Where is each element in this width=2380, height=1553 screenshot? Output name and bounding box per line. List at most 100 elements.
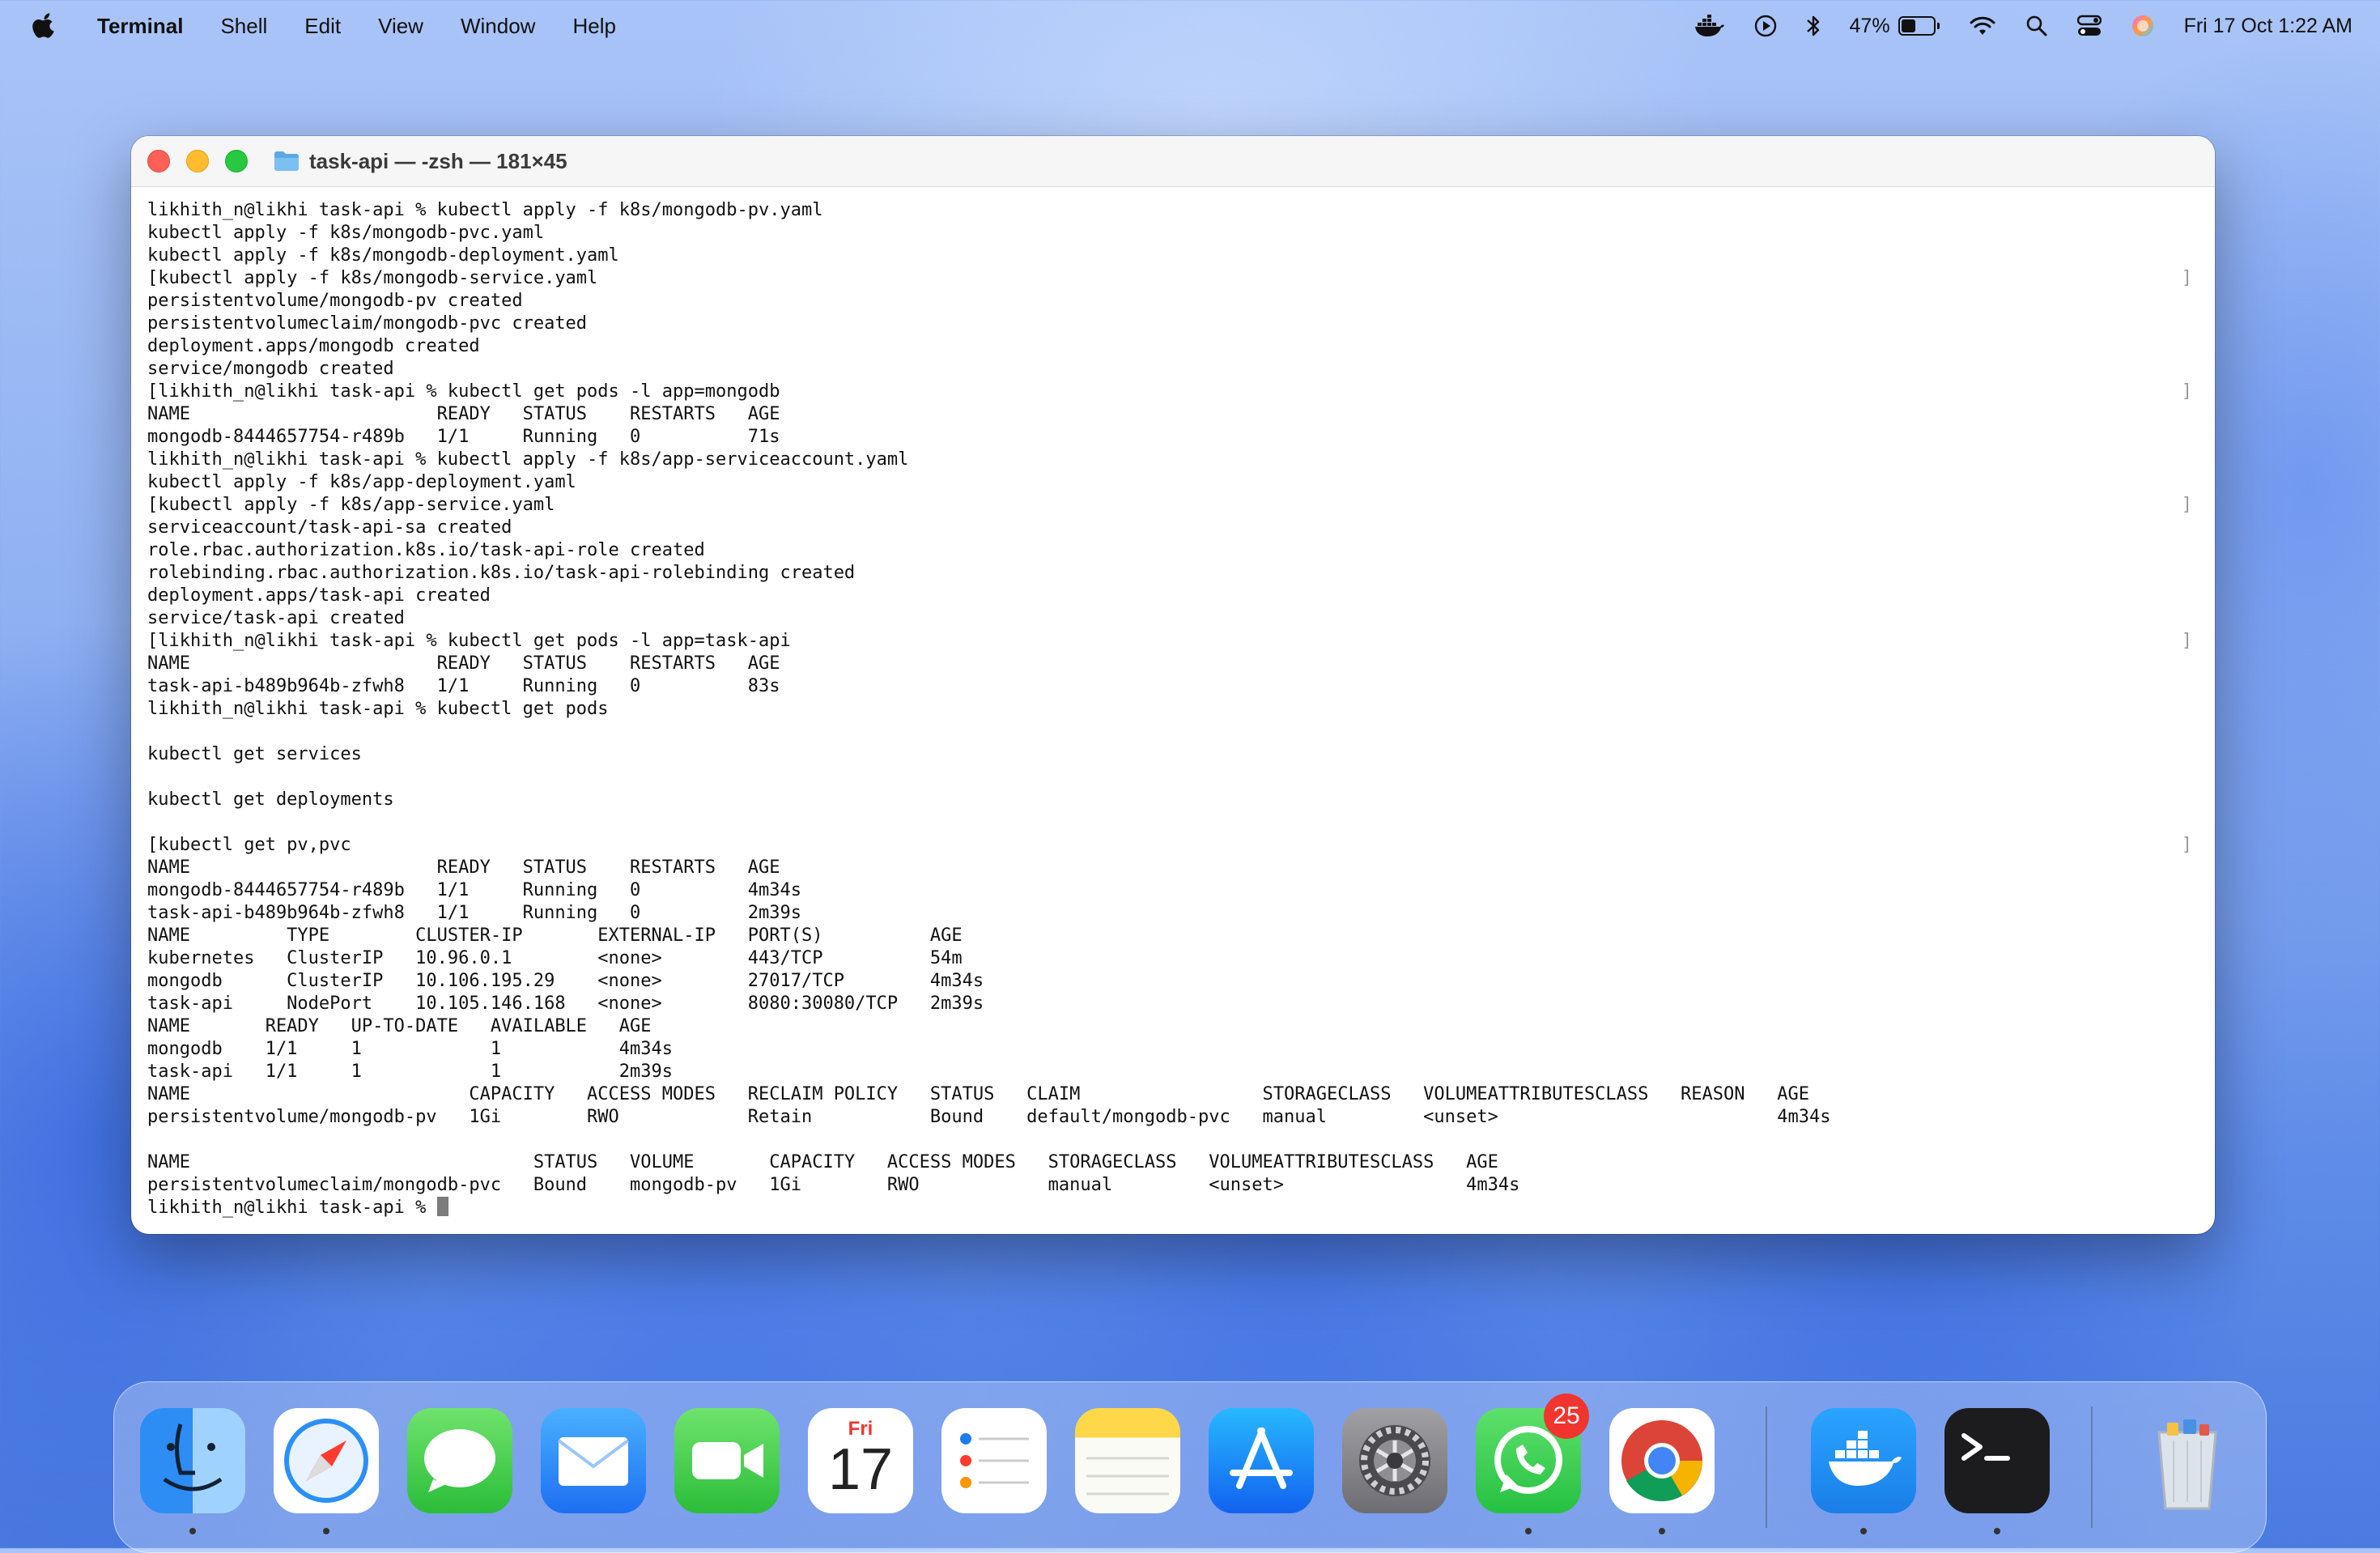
terminal-line-text: mongodb-8444657754-r489b 1/1 Running 0 4…: [147, 880, 801, 900]
menu-window[interactable]: Window: [461, 14, 535, 39]
dock-messages[interactable]: [407, 1408, 512, 1513]
terminal-line: mongodb-8444657754-r489b 1/1 Running 0 4…: [147, 879, 2199, 902]
terminal-line-text: NAME READY UP-TO-DATE AVAILABLE AGE: [147, 1016, 652, 1036]
spotlight-search-icon[interactable]: [2025, 15, 2048, 37]
dock-whatsapp[interactable]: 25: [1476, 1393, 1589, 1534]
dock-finder[interactable]: [140, 1408, 245, 1534]
terminal-line-text: likhith_n@likhi task-api %: [147, 1198, 437, 1218]
terminal-line: mongodb-8444657754-r489b 1/1 Running 0 7…: [147, 426, 2199, 449]
terminal-line: [kubectl apply -f k8s/mongodb-service.ya…: [147, 267, 2199, 290]
docker-status-icon[interactable]: [1694, 15, 1725, 37]
messages-bubble-icon: [424, 1429, 495, 1492]
menubar-clock[interactable]: Fri 17 Oct 1:22 AM: [2184, 15, 2352, 38]
mark-bracket: ]: [2181, 381, 2192, 402]
close-window-button[interactable]: [147, 150, 170, 172]
menu-app-terminal[interactable]: Terminal: [97, 14, 183, 39]
zoom-window-button[interactable]: [225, 150, 248, 172]
terminal-output[interactable]: likhith_n@likhi task-api % kubectl apply…: [147, 199, 2199, 1226]
dock-docker[interactable]: [1811, 1408, 1916, 1534]
dock: Fri 17 25: [113, 1381, 2267, 1553]
running-indicator: [1860, 1528, 1867, 1534]
running-indicator: [323, 1528, 329, 1534]
dock-separator: [1766, 1406, 1767, 1528]
dock-system-settings[interactable]: [1342, 1408, 1447, 1513]
dock-calendar[interactable]: Fri 17: [808, 1408, 913, 1513]
dock-chrome[interactable]: [1609, 1408, 1715, 1534]
terminal-line: likhith_n@likhi task-api % kubectl apply…: [147, 449, 2199, 471]
terminal-line-text: likhith_n@likhi task-api % kubectl apply…: [147, 449, 909, 470]
terminal-line-text: persistentvolumeclaim/mongodb-pvc Bound …: [147, 1175, 1520, 1195]
terminal-line-text: NAME CAPACITY ACCESS MODES RECLAIM POLIC…: [147, 1084, 1809, 1104]
terminal-line-text: [likhith_n@likhi task-api % kubectl get …: [147, 631, 791, 651]
dock-app-store[interactable]: [1209, 1408, 1314, 1513]
terminal-line-text: mongodb 1/1 1 1 4m34s: [147, 1039, 674, 1059]
apple-menu-icon[interactable]: [32, 13, 57, 39]
now-playing-icon[interactable]: [1754, 15, 1777, 37]
control-center-icon[interactable]: [2076, 15, 2102, 37]
terminal-line: kubectl apply -f k8s/app-deployment.yaml: [147, 471, 2199, 494]
terminal-line: mongodb 1/1 1 1 4m34s: [147, 1038, 2199, 1061]
terminal-line-text: persistentvolumeclaim/mongodb-pvc create…: [147, 313, 588, 334]
terminal-line: kubectl apply -f k8s/mongodb-deployment.…: [147, 245, 2199, 267]
safari-compass-icon: [284, 1419, 368, 1503]
terminal-line: persistentvolumeclaim/mongodb-pvc create…: [147, 313, 2199, 335]
terminal-line: NAME STATUS VOLUME CAPACITY ACCESS MODES…: [147, 1151, 2199, 1174]
minimize-window-button[interactable]: [186, 150, 209, 172]
dock-trash[interactable]: [2135, 1408, 2240, 1513]
reminders-list-icon: [960, 1433, 1029, 1488]
dock-reminders[interactable]: [941, 1408, 1047, 1513]
battery-percent: 47%: [1849, 14, 1890, 37]
terminal-line: NAME READY STATUS RESTARTS AGE: [147, 403, 2199, 426]
text-cursor: [436, 1197, 448, 1216]
terminal-line-text: kubectl apply -f k8s/app-deployment.yaml: [147, 472, 576, 492]
terminal-line-text: rolebinding.rbac.authorization.k8s.io/ta…: [147, 563, 856, 583]
terminal-line: service/mongodb created: [147, 358, 2199, 381]
terminal-line-text: [kubectl get pv,pvc: [147, 835, 351, 855]
window-titlebar[interactable]: task-api — -zsh — 181×45: [131, 136, 2215, 187]
notification-badge: 25: [1544, 1393, 1589, 1439]
menu-view[interactable]: View: [378, 14, 423, 39]
terminal-line-text: likhith_n@likhi task-api % kubectl apply…: [147, 200, 823, 220]
calendar-day: 17: [827, 1437, 894, 1502]
video-camera-icon: [692, 1442, 763, 1479]
dock-safari[interactable]: [274, 1408, 379, 1534]
siri-icon[interactable]: [2131, 14, 2155, 38]
terminal-line-text: kubernetes ClusterIP 10.96.0.1 <none> 44…: [147, 948, 963, 968]
dock-notes[interactable]: [1075, 1408, 1180, 1513]
menu-help[interactable]: Help: [572, 14, 615, 39]
terminal-line: deployment.apps/task-api created: [147, 585, 2199, 607]
dock-separator: [2091, 1406, 2093, 1528]
menu-edit[interactable]: Edit: [304, 14, 341, 39]
bluetooth-icon[interactable]: [1806, 14, 1821, 38]
terminal-line-text: NAME STATUS VOLUME CAPACITY ACCESS MODES…: [147, 1152, 1498, 1172]
terminal-line-text: task-api 1/1 1 1 2m39s: [147, 1062, 674, 1082]
dock-mail[interactable]: [541, 1408, 646, 1513]
wifi-icon[interactable]: [1969, 15, 1996, 36]
terminal-line: [likhith_n@likhi task-api % kubectl get …: [147, 630, 2199, 653]
menu-shell[interactable]: Shell: [220, 14, 267, 39]
terminal-line: [likhith_n@likhi task-api % kubectl get …: [147, 381, 2199, 403]
notes-lines-icon: [1086, 1457, 1169, 1496]
gear-icon: [1359, 1425, 1430, 1496]
menu-bar: Terminal Shell Edit View Window Help 47%: [0, 0, 2380, 52]
terminal-line: persistentvolume/mongodb-pv created: [147, 290, 2199, 313]
terminal-line-text: [likhith_n@likhi task-api % kubectl get …: [147, 381, 780, 402]
terminal-line-text: role.rbac.authorization.k8s.io/task-api-…: [147, 540, 705, 560]
terminal-line: NAME READY UP-TO-DATE AVAILABLE AGE: [147, 1015, 2199, 1038]
terminal-line: persistentvolume/mongodb-pv 1Gi RWO Reta…: [147, 1106, 2199, 1129]
terminal-line: likhith_n@likhi task-api % kubectl get p…: [147, 698, 2199, 721]
trash-full-icon: [2157, 1419, 2217, 1510]
terminal-line: kubectl get services: [147, 743, 2199, 766]
running-indicator: [1994, 1528, 2000, 1534]
mark-bracket: ]: [2181, 495, 2192, 515]
terminal-line-text: task-api-b489b964b-zfwh8 1/1 Running 0 8…: [147, 676, 780, 696]
terminal-line-text: task-api-b489b964b-zfwh8 1/1 Running 0 2…: [147, 903, 801, 923]
terminal-prompt-icon: [1961, 1433, 2010, 1461]
terminal-line: NAME READY STATUS RESTARTS AGE: [147, 653, 2199, 675]
dock-facetime[interactable]: [674, 1408, 780, 1513]
terminal-line-text: task-api NodePort 10.105.146.168 <none> …: [147, 993, 984, 1014]
battery-indicator[interactable]: 47%: [1850, 15, 1940, 38]
dock-terminal[interactable]: [1944, 1408, 2050, 1534]
